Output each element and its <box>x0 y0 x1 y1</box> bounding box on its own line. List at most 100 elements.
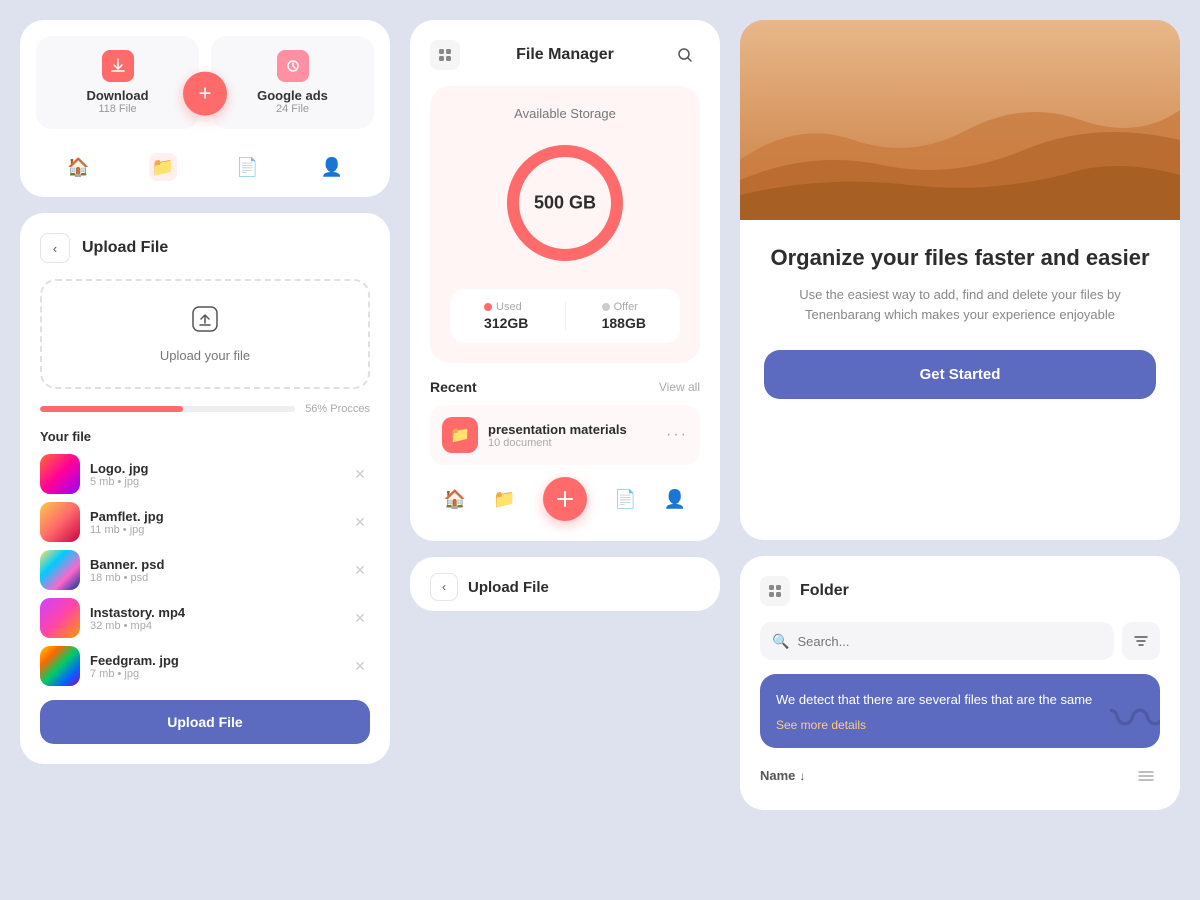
folder-header: Folder <box>760 576 1160 606</box>
folder-grid-icon <box>760 576 790 606</box>
google-ads-icon <box>277 50 309 82</box>
file-remove-banner[interactable]: ✕ <box>350 560 370 580</box>
onboarding-content: Organize your files faster and easier Us… <box>740 220 1180 419</box>
upload-dropzone[interactable]: Upload your file <box>40 279 370 389</box>
fm-fab-button[interactable] <box>543 477 587 521</box>
nav-profile-icon[interactable]: 👤 <box>318 153 346 181</box>
file-manager-card: File Manager Available Storage 500 GB <box>410 20 720 541</box>
file-item-pamflet: Pamflet. jpg 11 mb • jpg ✕ <box>40 502 370 542</box>
progress-bar-fill <box>40 406 183 412</box>
file-item-logo: Logo. jpg 5 mb • jpg ✕ <box>40 454 370 494</box>
fm-search-icon[interactable] <box>670 40 700 70</box>
fm-header: File Manager <box>430 40 700 70</box>
legend-offer: Offer 188GB <box>602 301 646 331</box>
upload-back-button[interactable]: ‹ <box>40 233 70 263</box>
fm-grid-icon <box>430 40 460 70</box>
see-more-link[interactable]: See more details <box>776 718 1144 732</box>
search-input-wrap: 🔍 <box>760 622 1114 660</box>
progress-bar-bg <box>40 406 295 412</box>
file-meta-feedgram: 7 mb • jpg <box>90 668 340 680</box>
file-list: Logo. jpg 5 mb • jpg ✕ Pamflet. jpg 11 m… <box>40 454 370 686</box>
file-meta-logo: 5 mb • jpg <box>90 476 340 488</box>
search-input[interactable] <box>797 634 1102 649</box>
google-ads-sub: 24 File <box>231 103 354 115</box>
file-name-banner: Banner. psd <box>90 557 340 572</box>
fab-add-button[interactable]: + <box>183 71 227 115</box>
google-ads-item[interactable]: Google ads 24 File <box>211 36 374 129</box>
recent-item-icon: 📁 <box>442 417 478 453</box>
file-item-banner: Banner. psd 18 mb • psd ✕ <box>40 550 370 590</box>
onboarding-title: Organize your files faster and easier <box>764 244 1156 273</box>
get-started-button[interactable]: Get Started <box>764 350 1156 399</box>
file-remove-instastory[interactable]: ✕ <box>350 608 370 628</box>
right-column: Organize your files faster and easier Us… <box>740 20 1180 810</box>
file-thumb-feedgram <box>40 646 80 686</box>
used-label: Used <box>496 301 522 313</box>
fm-bottom-nav: 🏠 📁 📄 👤 <box>430 465 700 521</box>
nav-upload-icon[interactable]: 📄 <box>233 153 261 181</box>
fm-nav-profile[interactable]: 👤 <box>664 489 686 510</box>
fm-nav-upload[interactable]: 📄 <box>614 489 636 510</box>
fm-nav-folder[interactable]: 📁 <box>493 489 515 510</box>
file-name-pamflet: Pamflet. jpg <box>90 509 340 524</box>
bottom-nav-top-card: 🏠 📁 📄 👤 <box>36 145 374 181</box>
upload-header: ‹ Upload File <box>40 233 370 263</box>
recent-item-sub: 10 document <box>488 437 656 449</box>
upload-card-title: Upload File <box>82 239 168 257</box>
sort-arrow-icon: ↓ <box>799 769 805 783</box>
upload-file-button[interactable]: Upload File <box>40 700 370 744</box>
file-remove-feedgram[interactable]: ✕ <box>350 656 370 676</box>
file-remove-pamflet[interactable]: ✕ <box>350 512 370 532</box>
download-sub: 118 File <box>56 103 179 115</box>
nav-folder-icon[interactable]: 📁 <box>149 153 177 181</box>
file-name-logo: Logo. jpg <box>90 461 340 476</box>
file-item-instastory: Instastory. mp4 32 mb • mp4 ✕ <box>40 598 370 638</box>
file-meta-banner: 18 mb • psd <box>90 572 340 584</box>
file-meta-pamflet: 11 mb • jpg <box>90 524 340 536</box>
used-dot <box>484 303 492 311</box>
folder-card: Folder 🔍 〰 We detect that there are seve… <box>740 556 1180 810</box>
google-ads-label: Google ads <box>231 88 354 103</box>
search-row: 🔍 <box>760 622 1160 660</box>
fm-title: File Manager <box>516 46 614 64</box>
folder-footer: Name ↓ <box>760 762 1160 790</box>
fm-nav-home[interactable]: 🏠 <box>444 489 466 510</box>
file-item-feedgram: Feedgram. jpg 7 mb • jpg ✕ <box>40 646 370 686</box>
file-name-instastory: Instastory. mp4 <box>90 605 340 620</box>
storage-value: 500 GB <box>534 193 596 214</box>
recent-item[interactable]: 📁 presentation materials 10 document ··· <box>430 405 700 465</box>
used-value: 312GB <box>484 315 528 331</box>
file-thumb-instastory <box>40 598 80 638</box>
progress-label: 56% Procces <box>305 403 370 415</box>
upload-zone-text: Upload your file <box>66 348 344 363</box>
onboarding-card: Organize your files faster and easier Us… <box>740 20 1180 540</box>
top-download-card: Download 118 File Google ads 24 File + <box>20 20 390 197</box>
legend-used: Used 312GB <box>484 301 528 331</box>
file-thumb-pamflet <box>40 502 80 542</box>
upload-mini-header: ‹ Upload File <box>430 573 700 601</box>
file-meta-instastory: 32 mb • mp4 <box>90 620 340 632</box>
donut-chart: 500 GB <box>495 133 635 273</box>
progress-row: 56% Procces <box>40 403 370 415</box>
your-file-label: Your file <box>40 429 370 444</box>
upload-mini-back-button[interactable]: ‹ <box>430 573 458 601</box>
folder-title: Folder <box>800 582 849 600</box>
filter-button[interactable] <box>1122 622 1160 660</box>
storage-card: Available Storage 500 GB Used 312GB <box>430 86 700 363</box>
left-column: Download 118 File Google ads 24 File + <box>20 20 390 764</box>
storage-title: Available Storage <box>450 106 680 121</box>
download-item[interactable]: Download 118 File <box>36 36 199 129</box>
upload-mini-title: Upload File <box>468 579 549 596</box>
list-view-button[interactable] <box>1132 762 1160 790</box>
file-remove-logo[interactable]: ✕ <box>350 464 370 484</box>
name-sort-button[interactable]: Name ↓ <box>760 768 805 783</box>
onboarding-desc: Use the easiest way to add, find and del… <box>764 285 1156 327</box>
middle-column: File Manager Available Storage 500 GB <box>410 20 720 611</box>
wave-decoration: 〰 <box>1110 674 1160 748</box>
recent-item-menu[interactable]: ··· <box>666 426 688 444</box>
nav-home-icon[interactable]: 🏠 <box>64 153 92 181</box>
upload-file-card: ‹ Upload File Upload your file 56% Pro <box>20 213 390 764</box>
download-icon <box>102 50 134 82</box>
view-all-button[interactable]: View all <box>659 380 700 394</box>
upload-mini-card: ‹ Upload File <box>410 557 720 611</box>
